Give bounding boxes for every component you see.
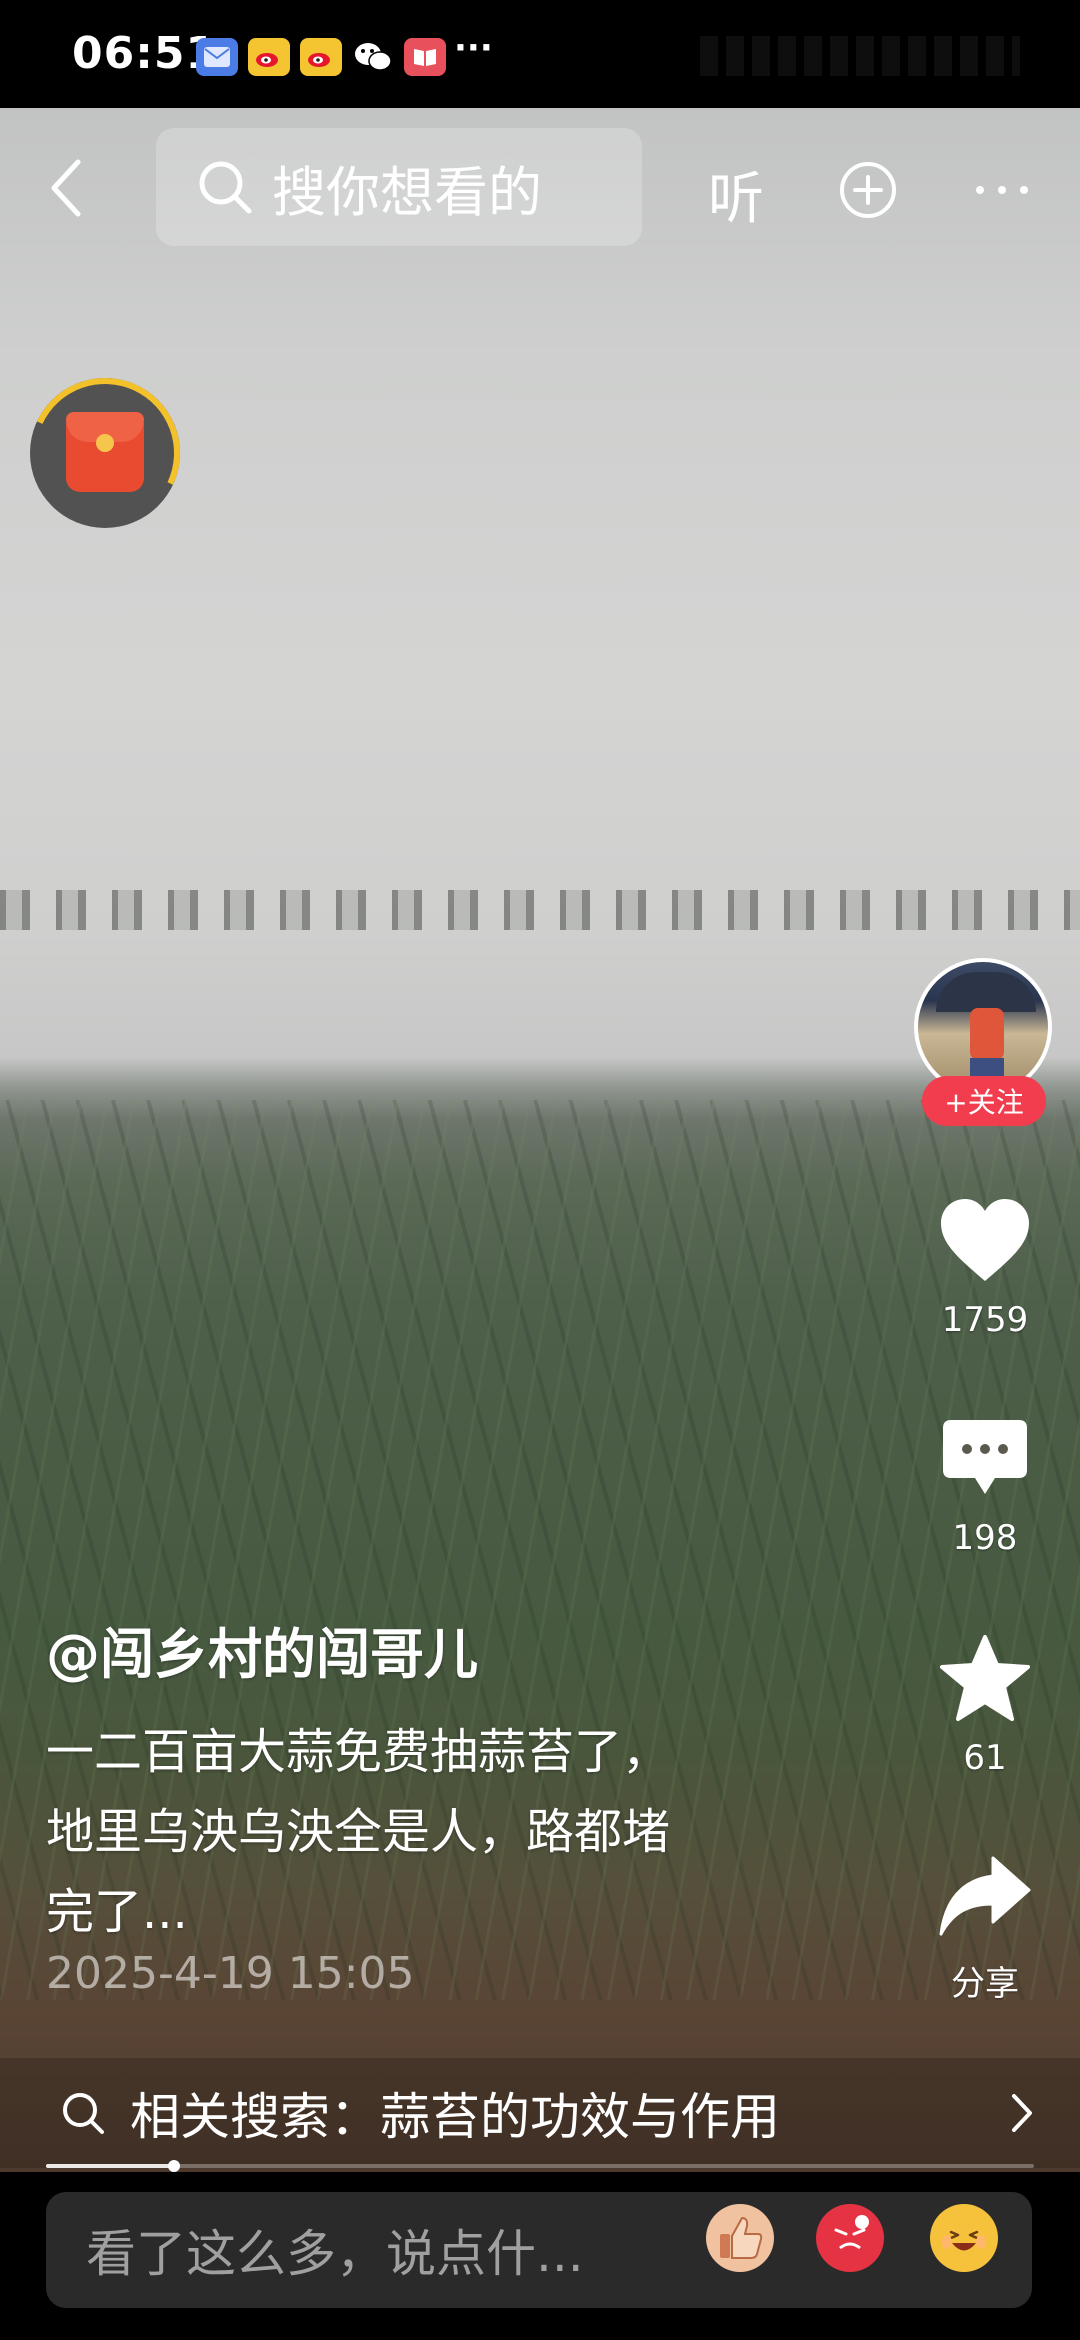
add-button[interactable]: [838, 160, 898, 220]
status-bar: 06:51 ···: [0, 0, 1080, 108]
book-app-icon: [404, 38, 446, 76]
search-placeholder: 搜你想看的: [272, 160, 542, 224]
angry-face-emoji-icon[interactable]: [816, 2204, 884, 2272]
related-search-bar[interactable]: 相关搜索：蒜苔的功效与作用: [0, 2058, 1080, 2168]
like-button[interactable]: 1759: [920, 1190, 1050, 1340]
follow-button[interactable]: +关注: [922, 1076, 1046, 1126]
red-packet-button[interactable]: [8, 356, 202, 550]
search-input[interactable]: 搜你想看的: [156, 128, 642, 246]
back-button[interactable]: [40, 150, 92, 226]
comment-placeholder: 看了这么多，说点什...: [86, 2225, 584, 2283]
author-name[interactable]: @闯乡村的闯哥儿: [46, 1610, 478, 1689]
comment-input[interactable]: 看了这么多，说点什...: [46, 2192, 1032, 2308]
wechat-icon: [352, 38, 394, 76]
share-label: 分享: [951, 1964, 1019, 2004]
red-envelope-icon: [66, 412, 144, 492]
weibo-icon: [300, 38, 342, 76]
system-status-icons: [700, 36, 1020, 76]
laughing-face-emoji-icon[interactable]: [930, 2204, 998, 2272]
description-line: 完了...: [46, 1884, 188, 1940]
more-dots-icon: [976, 186, 1028, 194]
video-description[interactable]: 一二百亩大蒜免费抽蒜苔了， 地里乌泱乌泱全是人，路都堵 完了...: [46, 1712, 866, 1952]
video-progress-fill: [46, 2164, 175, 2168]
mail-app-icon: [196, 38, 238, 76]
chevron-left-icon: [51, 159, 81, 217]
video-progress-bar[interactable]: [46, 2160, 1034, 2172]
comment-bubble-icon: [935, 1408, 1035, 1508]
thumbs-up-emoji-icon[interactable]: [706, 2204, 774, 2272]
comment-count: 198: [952, 1518, 1018, 1558]
heart-icon: [935, 1190, 1035, 1290]
share-button[interactable]: 分享: [920, 1846, 1050, 2005]
listen-button[interactable]: 听: [708, 154, 764, 235]
comment-button[interactable]: 198: [920, 1408, 1050, 1558]
favorite-count: 61: [963, 1738, 1007, 1778]
related-search-text: 相关搜索：蒜苔的功效与作用: [130, 2088, 780, 2146]
favorite-button[interactable]: 61: [920, 1628, 1050, 1778]
status-overflow-icon: ···: [454, 28, 493, 68]
share-arrow-icon: [935, 1846, 1035, 1946]
more-options-button[interactable]: [972, 160, 1032, 220]
video-horizon: [0, 890, 1080, 930]
bottom-comment-bar: 看了这么多，说点什...: [0, 2172, 1080, 2340]
post-date: 2025-4-19 15:05: [46, 1948, 415, 1999]
search-icon: [199, 161, 252, 214]
weibo-icon: [248, 38, 290, 76]
search-icon: [63, 2093, 104, 2134]
description-line: 一二百亩大蒜免费抽蒜苔了，: [46, 1724, 671, 1780]
description-line: 地里乌泱乌泱全是人，路都堵: [46, 1804, 671, 1860]
plus-circle-icon: [840, 162, 896, 218]
chevron-right-icon: [1012, 2094, 1032, 2132]
notification-icons: [196, 38, 446, 76]
star-icon: [935, 1628, 1035, 1728]
like-count: 1759: [941, 1300, 1029, 1340]
